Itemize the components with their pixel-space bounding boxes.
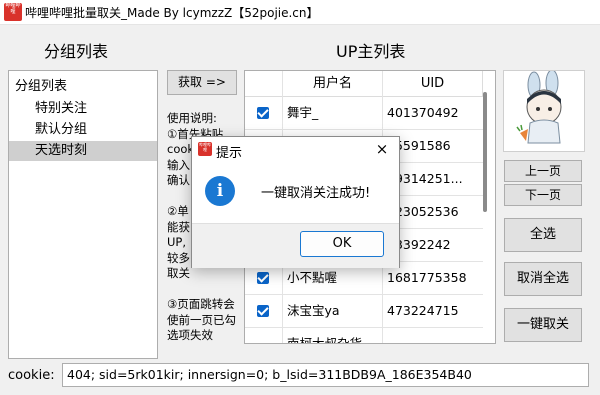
row-username: 舞宇_ — [287, 105, 319, 120]
row-uid: 1681775358 — [387, 270, 467, 285]
group-item-root[interactable]: 分组列表 — [9, 77, 157, 97]
next-page-button[interactable]: 下一页 — [504, 184, 582, 206]
cookie-label: cookie: — [8, 368, 55, 383]
avatar — [503, 69, 585, 152]
group-item-default[interactable]: 默认分组 — [9, 120, 157, 140]
dialog-app-icon: 哔哩哔哩 — [198, 142, 212, 156]
group-item-special[interactable]: 特别关注 — [9, 99, 157, 119]
scrollbar[interactable] — [481, 72, 489, 340]
row-uid: 401370492 — [387, 105, 459, 120]
prev-page-button[interactable]: 上一页 — [504, 160, 582, 182]
table-row[interactable]: 舞宇_ 401370492 — [245, 97, 483, 130]
close-icon[interactable]: × — [372, 140, 392, 158]
title-bar: 哔哩哔哩 哔哩哔哩批量取关_Made By lcymzzZ【52pojie.cn… — [0, 0, 600, 25]
row-uid: 49314251... — [387, 171, 463, 186]
up-list-header: UP主列表 — [336, 42, 406, 61]
column-header-name[interactable]: 用户名 — [283, 71, 383, 97]
info-icon: i — [205, 176, 235, 206]
row-uid: 223052536 — [387, 204, 459, 219]
dialog-message: 一键取消关注成功! — [261, 186, 371, 201]
dialog-title: 提示 — [216, 146, 243, 161]
avatar-illustration — [516, 69, 562, 144]
row-uid: 25591586 — [387, 138, 451, 153]
scroll-thumb[interactable] — [483, 92, 487, 212]
row-username: 沫宝宝ya — [287, 303, 340, 318]
group-item-label: 分组列表 — [15, 79, 68, 94]
column-header-check — [245, 71, 283, 97]
group-item-label: 天选时刻 — [35, 143, 88, 158]
row-checkbox[interactable] — [257, 305, 269, 317]
unfollow-all-button[interactable]: 一键取关 — [504, 308, 582, 342]
table-row[interactable]: 沫宝宝ya 473224715 — [245, 295, 483, 328]
group-item-label: 默认分组 — [35, 122, 88, 137]
group-list-header: 分组列表 — [44, 42, 109, 61]
column-header-uid[interactable]: UID — [383, 71, 483, 97]
row-uid — [387, 328, 481, 343]
get-button[interactable]: 获取 => — [167, 70, 237, 95]
group-list[interactable]: 分组列表 特别关注 默认分组 天选时刻 — [8, 70, 158, 359]
dialog-footer: OK — [192, 223, 399, 268]
row-checkbox[interactable] — [257, 107, 269, 119]
deselect-all-button[interactable]: 取消全选 — [504, 262, 582, 296]
window-title: 哔哩哔哩批量取关_Made By lcymzzZ【52pojie.cn】 — [25, 6, 319, 20]
row-checkbox[interactable] — [257, 272, 269, 284]
row-username: 南柯大叔杂货 — [287, 336, 363, 344]
select-all-button[interactable]: 全选 — [504, 218, 582, 252]
dialog-body: i 一键取消关注成功! — [192, 163, 399, 223]
app-icon: 哔哩哔哩 — [4, 3, 22, 21]
row-uid: 473224715 — [387, 303, 459, 318]
group-item-label: 特别关注 — [35, 101, 88, 116]
ok-button[interactable]: OK — [300, 231, 384, 257]
group-item-lottery[interactable]: 天选时刻 — [9, 141, 157, 161]
cookie-input[interactable]: 404; sid=5rk01kir; innersign=0; b_lsid=3… — [62, 363, 589, 387]
table-row[interactable]: 南柯大叔杂货 — [245, 328, 483, 344]
row-uid: 43392242 — [387, 237, 451, 252]
message-dialog: 哔哩哔哩 提示 × i 一键取消关注成功! OK — [191, 136, 400, 268]
dialog-title-bar: 哔哩哔哩 提示 × — [192, 137, 399, 163]
